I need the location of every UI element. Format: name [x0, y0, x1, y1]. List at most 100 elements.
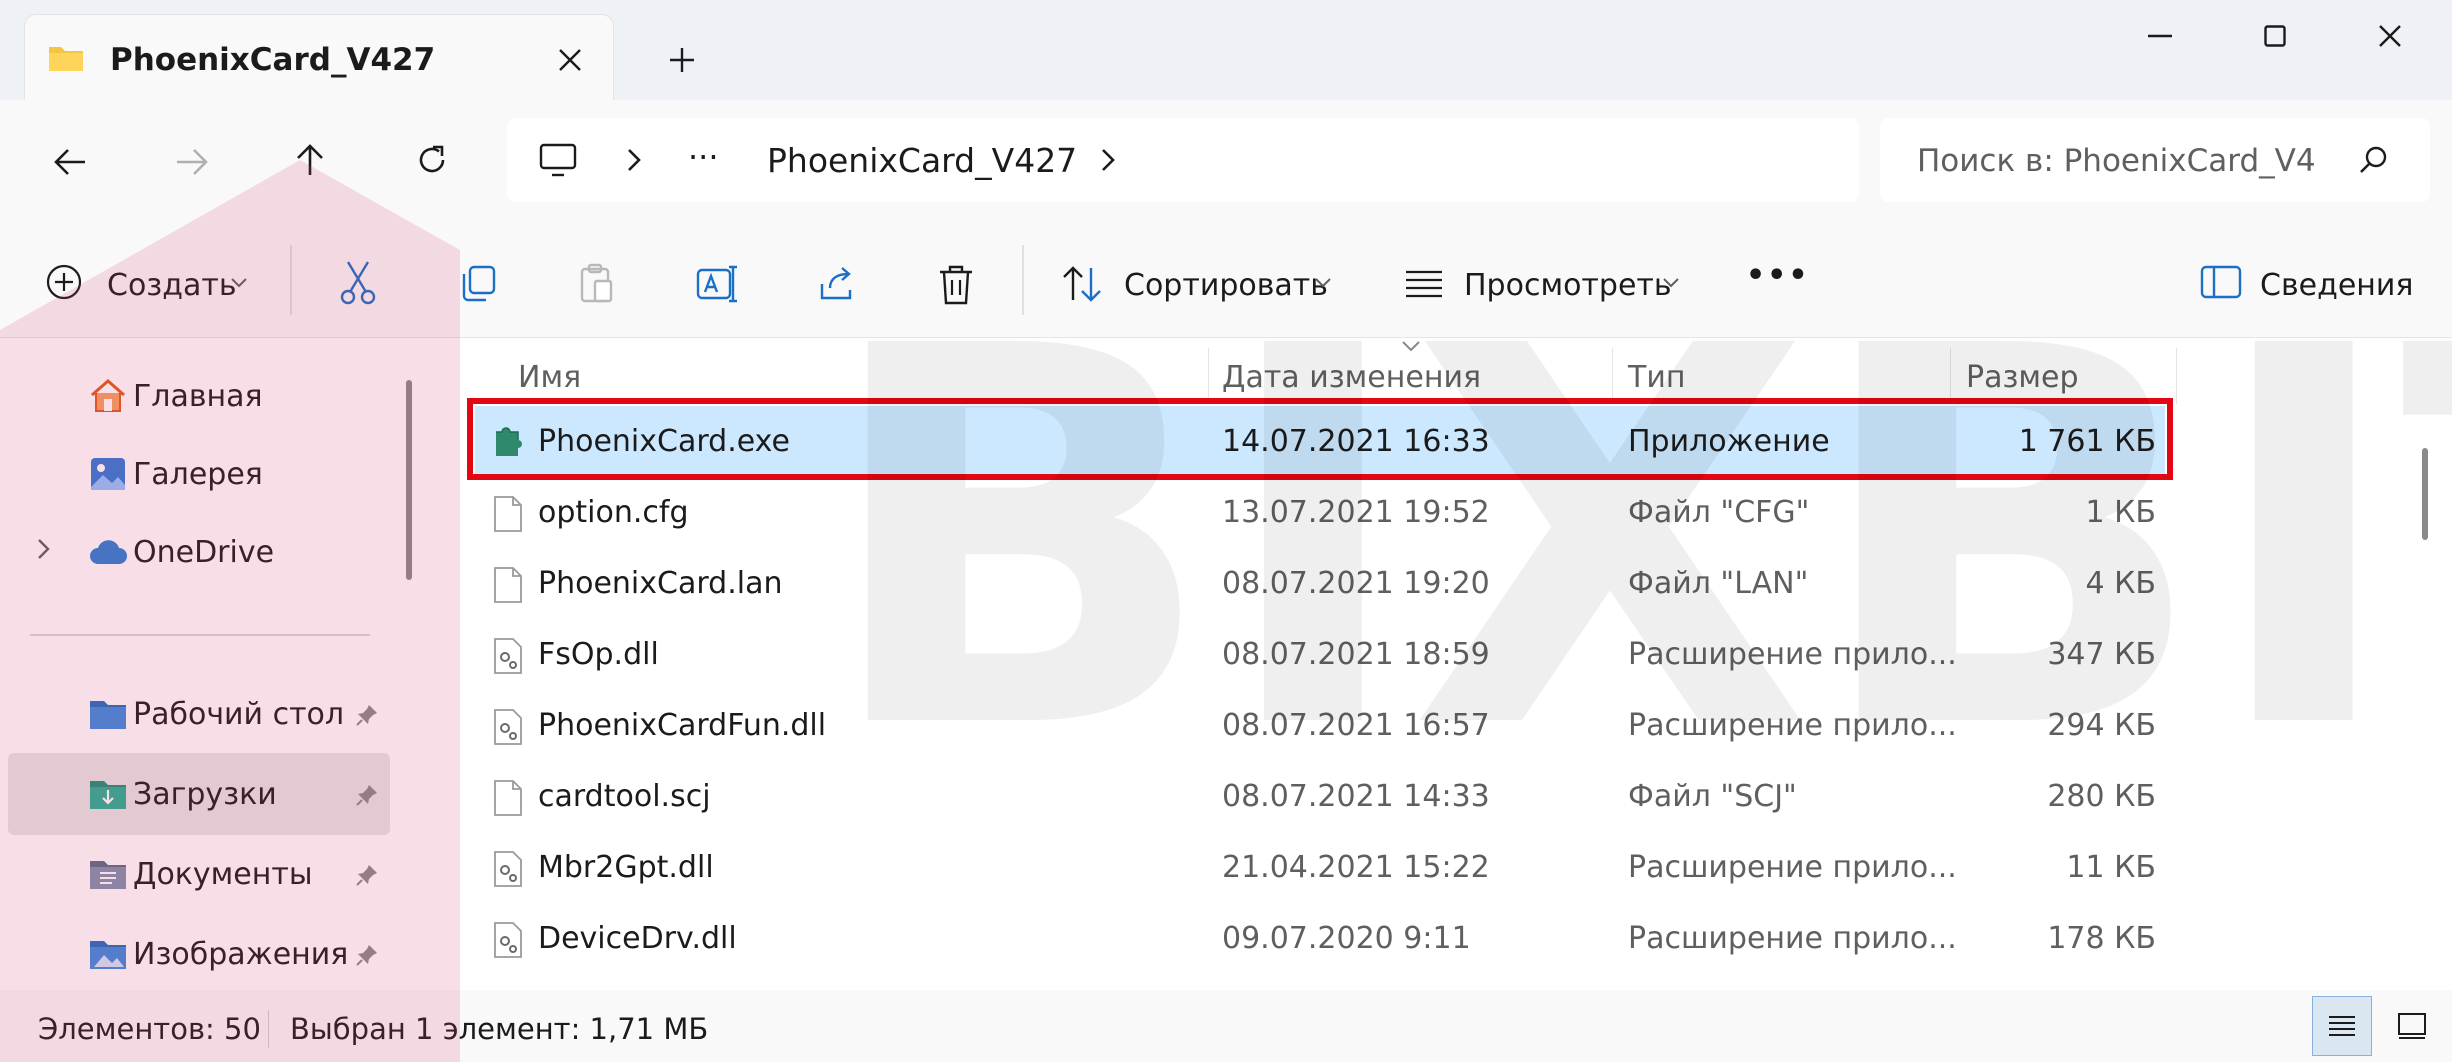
- column-header-type[interactable]: Тип: [1628, 360, 1685, 395]
- dll-icon: [490, 634, 526, 678]
- minimize-icon[interactable]: [2130, 16, 2190, 56]
- cloud-icon: [86, 532, 130, 572]
- file-name[interactable]: cardtool.scj: [538, 779, 711, 814]
- sort-icon[interactable]: [1060, 262, 1104, 306]
- window-close-icon[interactable]: [2360, 16, 2420, 56]
- share-icon[interactable]: [814, 262, 860, 306]
- dll-icon: [490, 918, 526, 962]
- gallery-icon: [86, 454, 130, 494]
- file-date: 08.07.2021 16:57: [1222, 708, 1490, 743]
- file-size: 4 КБ: [2085, 566, 2156, 601]
- chevron-down-icon[interactable]: [228, 272, 250, 294]
- more-options-button[interactable]: •••: [1746, 258, 1810, 293]
- expand-chevron-icon[interactable]: [30, 532, 58, 566]
- file-size: 294 КБ: [2047, 708, 2156, 743]
- sidebar-item-downloads[interactable]: Загрузки: [133, 777, 277, 812]
- delete-icon[interactable]: [934, 262, 978, 308]
- file-size: 11 КБ: [2066, 850, 2156, 885]
- sidebar-item-gallery[interactable]: Галерея: [133, 457, 263, 492]
- chevron-down-icon[interactable]: [1312, 272, 1334, 294]
- item-count: Элементов: 50: [38, 1012, 261, 1046]
- file-type: Файл "LAN": [1628, 566, 1809, 601]
- search-input[interactable]: Поиск в: PhoenixCard_V4: [1917, 143, 2316, 179]
- column-divider[interactable]: [2176, 348, 2177, 404]
- details-pane-icon[interactable]: [2198, 262, 2244, 302]
- file-date: 08.07.2021 19:20: [1222, 566, 1490, 601]
- column-header-date[interactable]: Дата изменения: [1222, 360, 1481, 395]
- sidebar-divider: [30, 634, 370, 636]
- column-divider[interactable]: [1950, 348, 1951, 404]
- file-icon: [490, 492, 526, 536]
- sort-button[interactable]: Сортировать: [1124, 268, 1328, 303]
- highlight-frame: [467, 398, 2173, 480]
- sidebar-item-pictures[interactable]: Изображения: [133, 937, 348, 972]
- view-button[interactable]: Просмотреть: [1464, 268, 1672, 303]
- chevron-right-icon[interactable]: [1094, 142, 1122, 178]
- sidebar-item-onedrive[interactable]: OneDrive: [133, 535, 274, 570]
- breadcrumb-overflow[interactable]: ···: [688, 138, 719, 176]
- file-size: 178 КБ: [2047, 921, 2156, 956]
- list-scrollbar[interactable]: [2422, 448, 2428, 540]
- search-icon[interactable]: [2356, 142, 2392, 178]
- view-icon[interactable]: [1402, 264, 1446, 304]
- pin-icon[interactable]: [352, 860, 382, 890]
- back-arrow-icon[interactable]: [48, 140, 92, 184]
- file-date: 09.07.2020 9:11: [1222, 921, 1471, 956]
- plus-icon[interactable]: [660, 40, 704, 80]
- rename-icon[interactable]: [694, 262, 740, 306]
- downloads-folder-icon: [86, 774, 130, 814]
- close-icon[interactable]: [548, 40, 592, 80]
- file-date: 08.07.2021 14:33: [1222, 779, 1490, 814]
- file-size: 347 КБ: [2047, 637, 2156, 672]
- tiles-view-icon[interactable]: [2382, 996, 2442, 1056]
- documents-folder-icon: [86, 854, 130, 894]
- details-view-icon[interactable]: [2312, 996, 2372, 1056]
- toolbar-divider: [290, 245, 292, 315]
- toolbar-divider: [1022, 245, 1024, 315]
- pin-icon[interactable]: [352, 940, 382, 970]
- file-name[interactable]: PhoenixCardFun.dll: [538, 708, 826, 743]
- file-name[interactable]: FsOp.dll: [538, 637, 659, 672]
- sidebar-item-home[interactable]: Главная: [133, 379, 263, 414]
- sort-indicator-icon: [1396, 336, 1426, 356]
- sidebar-scrollbar[interactable]: [406, 380, 412, 580]
- paste-icon[interactable]: [574, 262, 618, 306]
- pictures-folder-icon: [86, 934, 130, 974]
- selection-info: Выбран 1 элемент: 1,71 МБ: [290, 1012, 709, 1046]
- file-size: 280 КБ: [2047, 779, 2156, 814]
- sidebar-item-documents[interactable]: Документы: [133, 857, 313, 892]
- this-pc-icon: [535, 138, 581, 182]
- pin-icon[interactable]: [352, 700, 382, 730]
- folder-icon: [46, 40, 86, 74]
- file-name[interactable]: DeviceDrv.dll: [538, 921, 737, 956]
- forward-arrow-icon[interactable]: [170, 140, 214, 184]
- chevron-down-icon[interactable]: [1660, 272, 1682, 294]
- column-divider[interactable]: [1208, 348, 1209, 404]
- column-header-name[interactable]: Имя: [518, 360, 581, 395]
- column-header-size[interactable]: Размер: [1966, 360, 2079, 395]
- dll-icon: [490, 705, 526, 749]
- desktop-folder-icon: [86, 694, 130, 734]
- create-button[interactable]: Создать: [107, 268, 237, 303]
- chevron-right-icon[interactable]: [620, 142, 648, 178]
- copy-icon[interactable]: [456, 262, 500, 306]
- status-divider: [268, 1010, 269, 1048]
- file-size: 1 КБ: [2085, 495, 2156, 530]
- file-name[interactable]: option.cfg: [538, 495, 689, 530]
- up-arrow-icon[interactable]: [288, 138, 332, 182]
- file-name[interactable]: PhoenixCard.lan: [538, 566, 782, 601]
- cut-icon[interactable]: [336, 258, 380, 308]
- file-date: 21.04.2021 15:22: [1222, 850, 1490, 885]
- file-date: 13.07.2021 19:52: [1222, 495, 1490, 530]
- column-divider[interactable]: [1612, 348, 1613, 404]
- file-type: Файл "SCJ": [1628, 779, 1797, 814]
- file-name[interactable]: Mbr2Gpt.dll: [538, 850, 714, 885]
- sidebar-item-desktop[interactable]: Рабочий стол: [133, 697, 344, 732]
- pin-icon[interactable]: [352, 780, 382, 810]
- file-date: 08.07.2021 18:59: [1222, 637, 1490, 672]
- create-plus-icon[interactable]: [44, 262, 84, 302]
- details-button[interactable]: Сведения: [2260, 268, 2413, 303]
- maximize-icon[interactable]: [2245, 16, 2305, 56]
- breadcrumb-current-folder[interactable]: PhoenixCard_V427: [767, 141, 1077, 180]
- refresh-icon[interactable]: [410, 138, 454, 182]
